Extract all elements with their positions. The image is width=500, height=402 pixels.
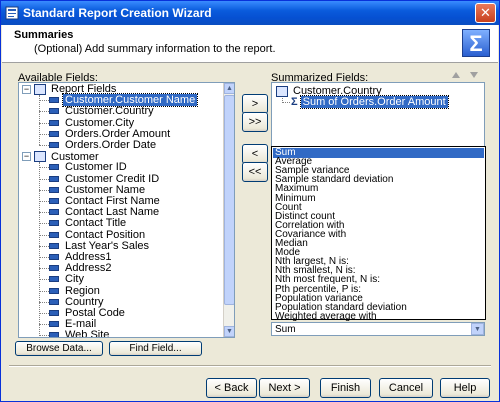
available-fields-tree[interactable]: ▲ ▼ − Report Fields Customer.Customer Name… (18, 82, 235, 338)
back-button[interactable]: < Back (206, 378, 257, 398)
sigma-icon: Σ (291, 96, 298, 108)
field-item[interactable]: Customer.City (49, 117, 136, 129)
window-title: Standard Report Creation Wizard (23, 6, 212, 20)
field-icon (49, 276, 59, 283)
field-item[interactable]: Customer ID (49, 162, 129, 173)
summarized-fields-list[interactable]: Customer.Country Σ Sum of Orders.Order Am… (271, 82, 485, 148)
field-item[interactable]: Contact Position (49, 229, 147, 241)
field-icon (49, 130, 59, 137)
field-item[interactable]: Web Site (49, 330, 111, 337)
field-icon (49, 119, 59, 126)
summary-type-combobox[interactable]: Sum ▼ (271, 322, 485, 336)
field-item[interactable]: Customer.Country (49, 106, 156, 117)
field-icon (49, 321, 59, 328)
summary-option[interactable]: Weighted average with (273, 311, 484, 322)
move-down-icon[interactable] (469, 71, 479, 79)
help-button[interactable]: Help (440, 378, 490, 398)
field-icon (49, 97, 59, 104)
summarized-item-row[interactable]: Σ Sum of Orders.Order Amount (291, 95, 449, 109)
close-button[interactable]: ✕ (475, 3, 496, 23)
move-up-icon[interactable] (451, 71, 461, 79)
scroll-down-arrow[interactable]: ▼ (224, 326, 234, 337)
scroll-thumb[interactable] (224, 95, 234, 305)
field-icon (49, 186, 59, 193)
field-icon (49, 209, 59, 216)
wizard-window: Standard Report Creation Wizard ✕ Summar… (0, 0, 500, 402)
field-item[interactable]: Contact Title (49, 218, 128, 229)
field-icon (49, 142, 59, 149)
field-item[interactable]: Customer Credit ID (49, 173, 161, 185)
cancel-button[interactable]: Cancel (379, 378, 433, 398)
wizard-header: Summaries (Optional) Add summary informa… (2, 25, 498, 63)
page-subtitle: (Optional) Add summary information to th… (34, 43, 276, 55)
field-icon (49, 298, 59, 305)
scroll-up-arrow[interactable]: ▲ (224, 83, 234, 94)
field-item[interactable]: Orders.Order Date (49, 140, 158, 151)
app-icon (5, 6, 19, 20)
summary-type-dropdown-list[interactable]: Sum Average Sample variance Sample standard… (271, 146, 486, 322)
field-icon (49, 164, 59, 171)
tree-expander[interactable]: − (22, 85, 31, 94)
find-field-button[interactable]: Find Field... (109, 341, 202, 356)
field-icon (49, 108, 59, 115)
field-icon (49, 231, 59, 238)
field-icon (49, 198, 59, 205)
available-fields-scrollbar[interactable]: ▲ ▼ (223, 83, 234, 337)
table-icon (34, 151, 46, 163)
title-bar: Standard Report Creation Wizard ✕ (1, 1, 499, 25)
add-all-fields-button[interactable]: >> (242, 112, 268, 132)
field-icon (49, 265, 59, 272)
report-fields-icon (34, 84, 46, 95)
field-icon (49, 332, 59, 337)
group-icon (276, 86, 288, 97)
tree-expander[interactable]: − (22, 152, 31, 162)
sigma-icon: Σ (462, 29, 490, 57)
remove-field-button[interactable]: < (242, 144, 268, 164)
next-button[interactable]: Next > (259, 378, 310, 398)
field-item[interactable]: City (49, 274, 86, 285)
field-icon (49, 287, 59, 294)
finish-button[interactable]: Finish (320, 378, 371, 398)
browse-data-button[interactable]: Browse Data... (15, 341, 103, 356)
field-icon (49, 242, 59, 249)
field-item[interactable]: Region (49, 285, 102, 297)
field-icon (49, 254, 59, 261)
field-icon (49, 310, 59, 317)
chevron-down-icon[interactable]: ▼ (471, 323, 484, 335)
page-title: Summaries (14, 29, 74, 41)
add-field-button[interactable]: > (242, 94, 268, 114)
field-icon (49, 175, 59, 182)
footer-separator (9, 365, 491, 367)
remove-all-fields-button[interactable]: << (242, 162, 268, 182)
field-icon (49, 220, 59, 227)
